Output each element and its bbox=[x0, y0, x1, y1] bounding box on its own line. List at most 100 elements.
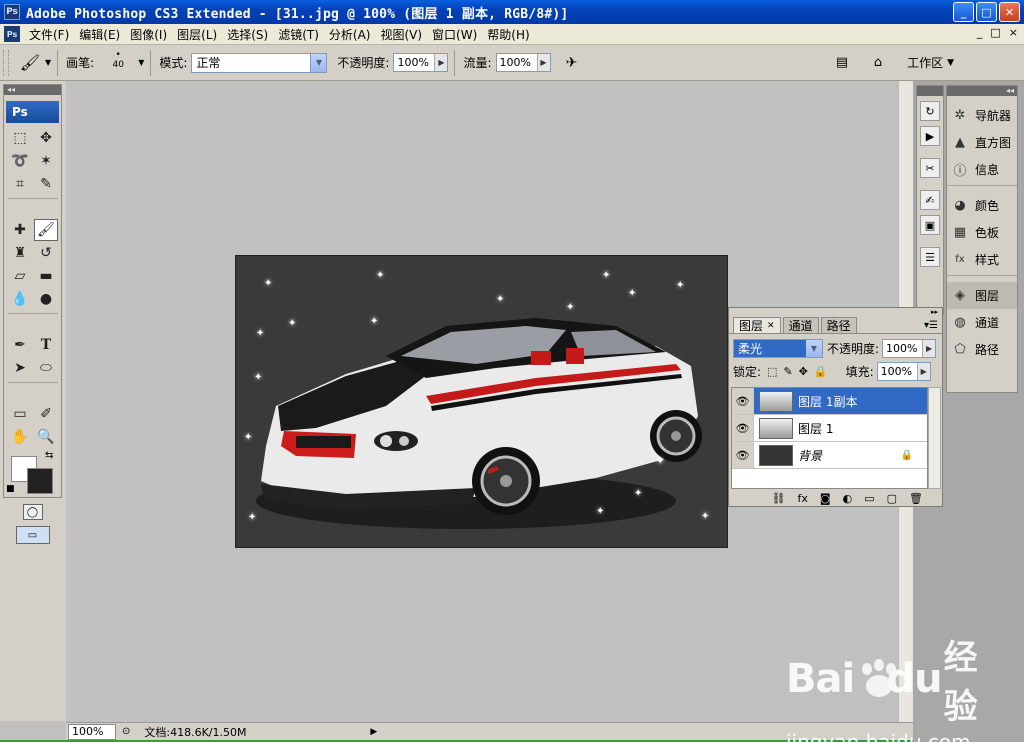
dock-panels-collapse-icon[interactable]: ◂◂ bbox=[947, 86, 1017, 96]
dodge-tool-icon[interactable]: ● bbox=[34, 288, 58, 310]
menu-layer[interactable]: 图层(L) bbox=[172, 26, 222, 43]
magic-wand-tool-icon[interactable]: ✶ bbox=[34, 150, 58, 172]
menu-file[interactable]: 文件(F) bbox=[24, 26, 74, 43]
opacity-input[interactable]: 100% ▶ bbox=[393, 53, 449, 72]
chevron-right-icon[interactable]: ▶ bbox=[434, 54, 448, 71]
history-brush-tool-icon[interactable]: ↺ bbox=[34, 242, 58, 264]
lock-pixels-icon[interactable]: ✎ bbox=[783, 365, 792, 378]
pen-tool-icon[interactable]: ✒ bbox=[8, 334, 32, 356]
add-mask-icon[interactable]: ◙ bbox=[820, 492, 831, 505]
layer-row-background[interactable]: 👁 背景 🔒 bbox=[732, 442, 927, 469]
type-tool-icon[interactable]: T bbox=[34, 334, 58, 356]
shape-tool-icon[interactable]: ⬭ bbox=[34, 357, 58, 379]
dock-swatches[interactable]: ▦ 色板 bbox=[947, 219, 1017, 246]
minimize-button[interactable]: _ bbox=[953, 2, 974, 22]
swap-colors-icon[interactable]: ⇆ bbox=[45, 450, 53, 461]
layer-comps-icon[interactable]: ☰ bbox=[920, 247, 940, 267]
link-layers-icon[interactable]: ⛓ bbox=[772, 492, 786, 505]
doc-close-button[interactable]: × bbox=[1009, 26, 1018, 39]
default-colors-icon[interactable]: ■ bbox=[6, 484, 15, 494]
dock-layers[interactable]: ◈ 图层 bbox=[947, 282, 1017, 309]
eyedropper-tool-icon[interactable]: ✐ bbox=[34, 403, 58, 425]
new-group-icon[interactable]: ▭ bbox=[864, 492, 874, 505]
airbrush-icon[interactable]: ✈ bbox=[557, 50, 587, 76]
layer-row-1[interactable]: 👁 图层 1 bbox=[732, 415, 927, 442]
tab-channels[interactable]: 通道 bbox=[782, 317, 819, 333]
menu-image[interactable]: 图像(I) bbox=[125, 26, 172, 43]
doc-minimize-button[interactable]: _ bbox=[977, 26, 983, 39]
chevron-down-icon[interactable]: ▼ bbox=[310, 53, 327, 72]
quick-mask-button[interactable]: ◯ bbox=[22, 504, 43, 520]
chevron-down-icon[interactable]: ▼ bbox=[138, 58, 144, 67]
blend-mode-select[interactable]: 柔光 ▼ bbox=[733, 338, 823, 358]
tab-paths[interactable]: 路径 bbox=[820, 317, 857, 333]
screen-mode-button[interactable]: ▭ bbox=[15, 526, 50, 544]
lock-position-icon[interactable]: ✥ bbox=[799, 365, 808, 378]
palette-well-icon[interactable]: ▤ bbox=[827, 50, 857, 76]
zoom-tool-icon[interactable]: 🔍 bbox=[34, 426, 58, 448]
notes-tool-icon[interactable]: ▭ bbox=[8, 403, 32, 425]
eye-icon[interactable]: 👁 bbox=[732, 388, 754, 414]
menu-help[interactable]: 帮助(H) bbox=[482, 26, 534, 43]
marquee-tool-icon[interactable]: ⬚ bbox=[8, 127, 32, 149]
blur-tool-icon[interactable]: 💧 bbox=[8, 288, 32, 310]
close-button[interactable]: ✕ bbox=[999, 2, 1020, 22]
layer-opacity-input[interactable]: 100% ▶ bbox=[882, 338, 937, 358]
menu-filter[interactable]: 滤镜(T) bbox=[273, 26, 324, 43]
status-menu-icon[interactable]: ⊙ bbox=[122, 726, 130, 737]
background-color-swatch[interactable] bbox=[27, 468, 53, 494]
fill-input[interactable]: 100% ▶ bbox=[876, 361, 931, 381]
eye-icon[interactable]: 👁 bbox=[732, 442, 754, 468]
menu-edit[interactable]: 编辑(E) bbox=[74, 26, 125, 43]
dock-color[interactable]: ◕ 颜色 bbox=[947, 192, 1017, 219]
brush-tool-icon[interactable]: 🖌 bbox=[34, 219, 58, 241]
healing-brush-tool-icon[interactable]: ✚ bbox=[8, 219, 32, 241]
crop-tool-icon[interactable]: ⌗ bbox=[8, 173, 32, 195]
close-icon[interactable]: ✕ bbox=[767, 321, 775, 331]
chevron-right-icon[interactable]: ▶ bbox=[536, 54, 550, 71]
hand-tool-icon[interactable]: ✋ bbox=[8, 426, 32, 448]
doc-restore-button[interactable]: □ bbox=[990, 26, 1000, 39]
menu-analysis[interactable]: 分析(A) bbox=[324, 26, 376, 43]
layer-row-copy[interactable]: 👁 图层 1副本 bbox=[732, 388, 927, 415]
zoom-field[interactable]: 100% bbox=[68, 723, 116, 740]
toolbox-collapse-icon[interactable]: ◂◂ bbox=[4, 85, 61, 95]
bridge-icon[interactable]: ⌂ bbox=[863, 50, 893, 76]
layer-list-scrollbar[interactable] bbox=[928, 387, 941, 489]
chevron-down-icon[interactable]: ▼ bbox=[947, 58, 954, 68]
panel-menu-icon[interactable]: ▾☰ bbox=[924, 320, 938, 331]
clone-source-icon[interactable]: ▣ bbox=[920, 215, 940, 235]
lock-all-icon[interactable]: 🔒 bbox=[814, 365, 828, 378]
dock-collapse-icon[interactable] bbox=[917, 86, 943, 96]
lock-transparency-icon[interactable]: ⬚ bbox=[767, 365, 777, 378]
delete-layer-icon[interactable]: 🗑 bbox=[909, 492, 923, 505]
menu-view[interactable]: 视图(V) bbox=[375, 26, 427, 43]
menu-window[interactable]: 窗口(W) bbox=[427, 26, 482, 43]
eye-icon[interactable]: 👁 bbox=[732, 415, 754, 441]
panel-collapse-icon[interactable]: ▸▸ bbox=[729, 308, 942, 317]
dock-paths[interactable]: ⬠ 路径 bbox=[947, 336, 1017, 363]
brushes-icon[interactable]: ✍ bbox=[920, 190, 940, 210]
options-grip[interactable] bbox=[3, 49, 9, 76]
flow-input[interactable]: 100% ▶ bbox=[495, 53, 551, 72]
document-icon[interactable]: Ps bbox=[4, 26, 20, 42]
menu-select[interactable]: 选择(S) bbox=[222, 26, 273, 43]
dock-info[interactable]: ⓘ 信息 bbox=[947, 156, 1017, 183]
tool-presets-icon[interactable]: ✂ bbox=[920, 158, 940, 178]
dock-navigator[interactable]: ✲ 导航器 bbox=[947, 102, 1017, 129]
chevron-right-icon[interactable]: ▶ bbox=[370, 727, 377, 737]
chevron-right-icon[interactable]: ▶ bbox=[922, 339, 936, 357]
history-icon[interactable]: ↻ bbox=[920, 101, 940, 121]
brush-picker[interactable]: • 40 bbox=[98, 50, 138, 76]
workspace-button[interactable]: 工作区 bbox=[907, 54, 943, 71]
brush-tool-preset-icon[interactable]: 🖌 bbox=[15, 50, 45, 76]
maximize-button[interactable]: □ bbox=[976, 2, 997, 22]
slice-tool-icon[interactable]: ✎ bbox=[34, 173, 58, 195]
dock-styles[interactable]: fx 样式 bbox=[947, 246, 1017, 273]
dock-channels[interactable]: ◍ 通道 bbox=[947, 309, 1017, 336]
chevron-right-icon[interactable]: ▶ bbox=[916, 362, 930, 380]
lasso-tool-icon[interactable]: ➰ bbox=[8, 150, 32, 172]
new-layer-icon[interactable]: ▢ bbox=[887, 492, 897, 505]
tab-layers[interactable]: 图层 ✕ bbox=[733, 317, 781, 333]
adjustment-layer-icon[interactable]: ◐ bbox=[843, 492, 853, 505]
